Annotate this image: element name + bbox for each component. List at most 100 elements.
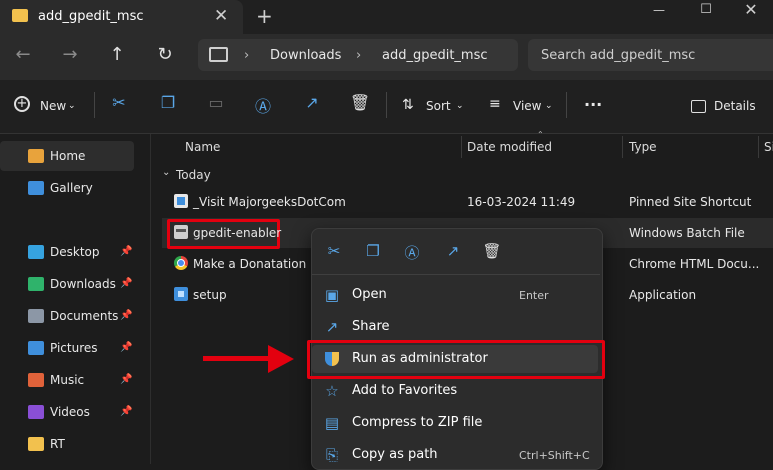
share-icon[interactable]: ↗: [440, 242, 466, 262]
details-button[interactable]: Details: [714, 99, 756, 113]
sidebar-item-rt[interactable]: [0, 429, 150, 459]
new-button[interactable]: New: [40, 99, 66, 113]
file-name: Make a Donatation: [193, 257, 307, 271]
folder-icon: [28, 437, 44, 451]
chevron-down-icon[interactable]: ⌄: [162, 167, 170, 178]
computer-icon[interactable]: [209, 47, 228, 62]
more-options-button[interactable]: ···: [584, 95, 602, 114]
divider: [758, 136, 759, 158]
file-date: 16-03-2024 11:49: [467, 195, 576, 209]
share-icon[interactable]: ↗: [301, 93, 323, 117]
view-button[interactable]: View: [513, 99, 541, 113]
file-type: Pinned Site Shortcut: [629, 195, 752, 209]
cut-icon[interactable]: ✂: [321, 242, 347, 262]
menu-item-label: Compress to ZIP file: [352, 415, 483, 430]
menu-item-label: Open: [352, 287, 387, 302]
divider: [461, 136, 462, 158]
search-placeholder: Search add_gpedit_msc: [541, 48, 696, 63]
pin-icon: 📌: [120, 342, 133, 353]
delete-icon[interactable]: 🗑: [479, 242, 505, 262]
tab-title: add_gpedit_msc: [38, 9, 144, 24]
sort-icon: ⇅: [402, 97, 414, 113]
open-icon: ▣: [324, 286, 340, 304]
zip-icon: ▤: [324, 414, 340, 432]
setup-icon: [174, 287, 188, 301]
sidebar-item-label: Videos: [50, 405, 90, 419]
shortcut-icon: [174, 194, 188, 208]
divider: [566, 92, 567, 118]
videos-icon: [28, 405, 44, 419]
group-header: Today: [176, 168, 211, 182]
sidebar-item-label: Desktop: [50, 245, 100, 259]
gallery-icon: [28, 181, 44, 195]
breadcrumb-separator: ›: [356, 48, 362, 63]
new-icon[interactable]: +: [14, 96, 30, 112]
breadcrumb-separator: ›: [244, 48, 250, 63]
sidebar-item-label: Pictures: [50, 341, 98, 355]
breadcrumb-current[interactable]: add_gpedit_msc: [382, 48, 488, 63]
copy-icon[interactable]: ❐: [360, 242, 386, 262]
details-icon: [691, 100, 706, 113]
menu-item-label: Copy as path: [352, 447, 438, 462]
back-button[interactable]: ←: [10, 44, 36, 65]
menu-item-label: Add to Favorites: [352, 383, 458, 398]
column-size[interactable]: Si: [764, 140, 773, 154]
music-icon: [28, 373, 44, 387]
divider: [94, 92, 95, 118]
sidebar-item-label: Gallery: [50, 181, 93, 195]
pictures-icon: [28, 341, 44, 355]
paste-icon[interactable]: ▭: [205, 93, 227, 117]
file-name: gpedit-enabler: [193, 226, 282, 240]
new-tab-button[interactable]: +: [256, 4, 273, 28]
sidebar-item-label: Music: [50, 373, 85, 387]
pane-divider: [150, 134, 151, 464]
column-type[interactable]: Type: [629, 140, 657, 154]
column-date[interactable]: Date modified: [467, 140, 552, 154]
close-tab-icon[interactable]: ✕: [214, 6, 228, 26]
view-icon: ≡: [489, 96, 501, 112]
minimize-button[interactable]: —: [636, 0, 682, 24]
star-icon: ☆: [325, 382, 339, 400]
file-type: Windows Batch File: [629, 226, 745, 240]
shortcut-label: Enter: [519, 289, 549, 302]
download-icon: [28, 277, 44, 291]
menu-item-label: Share: [352, 319, 390, 334]
share-icon: ↗: [325, 318, 339, 336]
divider: [386, 92, 387, 118]
forward-button[interactable]: →: [57, 44, 83, 65]
shield-icon: [322, 350, 342, 368]
rename-icon[interactable]: Ⓐ: [399, 242, 425, 262]
maximize-button[interactable]: ☐: [683, 0, 729, 24]
chevron-down-icon: ⌄: [456, 101, 464, 111]
sort-button[interactable]: Sort: [426, 99, 451, 113]
column-name[interactable]: Name: [185, 140, 220, 154]
shortcut-label: Ctrl+Shift+C: [519, 449, 590, 462]
annotation-arrow: [203, 356, 273, 361]
chrome-icon: [174, 256, 188, 270]
sidebar-item-label: Documents: [50, 309, 119, 323]
rename-icon[interactable]: Ⓐ: [252, 93, 274, 117]
pin-icon: 📌: [120, 406, 133, 417]
chevron-down-icon: ⌄: [545, 101, 553, 111]
cut-icon[interactable]: ✂: [108, 93, 130, 117]
batch-file-icon: [174, 225, 188, 239]
divider: [622, 136, 623, 158]
refresh-button[interactable]: ↻: [152, 44, 178, 65]
desktop-icon: [28, 245, 44, 259]
breadcrumb-downloads[interactable]: Downloads: [270, 48, 341, 63]
copy-icon[interactable]: ❐: [157, 93, 179, 117]
file-type: Application: [629, 288, 697, 302]
pin-icon: 📌: [120, 246, 133, 257]
sidebar-item-label: RT: [50, 437, 65, 451]
menu-item-label: Run as administrator: [352, 351, 488, 366]
sidebar-item-label: Home: [50, 149, 86, 163]
documents-icon: [28, 309, 44, 323]
pin-icon: 📌: [120, 374, 133, 385]
sort-indicator-icon: ⌃: [537, 130, 544, 139]
home-icon: [28, 149, 44, 163]
delete-icon[interactable]: 🗑: [349, 93, 371, 117]
folder-icon: [12, 9, 28, 22]
up-button[interactable]: ↑: [104, 44, 130, 65]
close-window-button[interactable]: ✕: [728, 0, 773, 24]
file-name: _Visit MajorgeeksDotCom: [193, 195, 346, 209]
